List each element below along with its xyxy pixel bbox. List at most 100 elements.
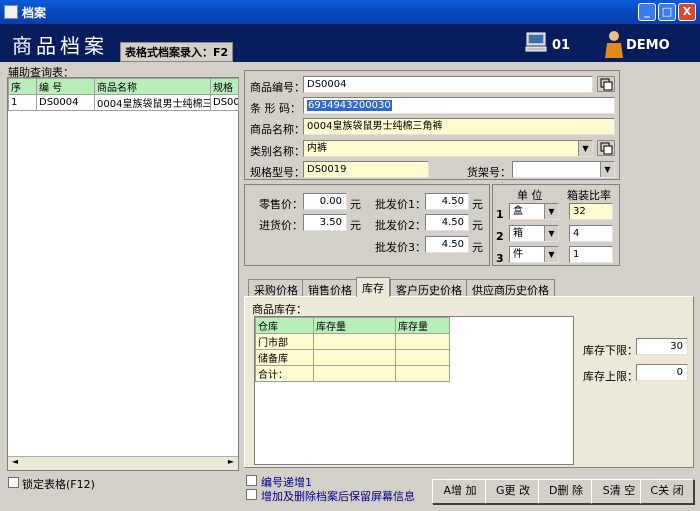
terminal-number: 01: [552, 38, 571, 53]
stock-cell: [395, 349, 450, 366]
unit2-value: 箱: [513, 228, 523, 239]
col-name[interactable]: 商品名称: [94, 78, 211, 95]
stock-upper-label: 库存上限：: [583, 370, 638, 383]
tab-customer-history-price[interactable]: 客户历史价格: [390, 279, 468, 297]
scroll-right-icon[interactable]: ►: [224, 457, 238, 470]
keep-info-checkbox[interactable]: [246, 489, 257, 500]
tab-sales-price[interactable]: 销售价格: [302, 279, 358, 297]
edit-button[interactable]: G更 改: [485, 479, 541, 504]
keep-info-label: 增加及删除档案后保留屏幕信息: [261, 490, 415, 503]
minimize-button[interactable]: _: [638, 3, 656, 21]
wholesale2-input[interactable]: 4.50: [425, 214, 469, 231]
table-entry-hint: 表格式档案录入：F2: [120, 42, 234, 62]
tab-purchase-price[interactable]: 采购价格: [248, 279, 304, 297]
stock-tab-panel: 商品库存： 仓库 库存量 库存量 门市部 储备库 合计： 库存下限： 30 库存…: [244, 296, 694, 468]
warehouse-name: 储备库: [255, 349, 314, 366]
stock-lower-label: 库存下限：: [583, 344, 638, 357]
product-code-input[interactable]: DS0004: [303, 76, 593, 93]
table-row[interactable]: 1 DS0004 0004皇族袋鼠男士纯棉三 DS00:: [8, 94, 239, 111]
close-button[interactable]: C关 闭: [640, 479, 694, 504]
category-value: 内裤: [307, 143, 327, 154]
wholesale1-input[interactable]: 4.50: [425, 193, 469, 210]
chevron-down-icon[interactable]: ▼: [578, 141, 592, 156]
computer-icon: [525, 32, 547, 52]
horizontal-scrollbar[interactable]: ◄ ►: [8, 456, 238, 470]
chevron-down-icon[interactable]: ▼: [544, 247, 558, 262]
lock-table-checkbox[interactable]: [8, 477, 19, 488]
row-index: 1: [8, 94, 37, 111]
price-panel: 零售价： 0.00 元 进货价： 3.50 元 批发价1： 4.50 元 批发价…: [244, 184, 490, 266]
stock-lower-input[interactable]: 30: [636, 338, 688, 355]
warehouse-name: 门市部: [255, 333, 314, 350]
close-window-button[interactable]: X: [678, 3, 696, 21]
user-icon: [605, 31, 623, 58]
purchase-unit: 元: [350, 219, 361, 232]
category-select[interactable]: 内裤 ▼: [303, 140, 593, 157]
category-label: 类别名称：: [250, 145, 305, 158]
wholesale2-unit: 元: [472, 219, 483, 232]
col-spec[interactable]: 规格: [210, 78, 239, 95]
units-panel: 单 位 箱装比率 1 盒 ▼ 32 2 箱 ▼ 4 3 件 ▼ 1: [492, 184, 620, 266]
unit3-value: 件: [513, 249, 523, 260]
tab-stock[interactable]: 库存: [356, 277, 390, 297]
wholesale1-label: 批发价1：: [375, 198, 426, 211]
barcode-label: 条 形 码：: [250, 102, 301, 115]
code-lookup-button[interactable]: [597, 76, 615, 92]
stock-cell: [313, 349, 396, 366]
spec-input[interactable]: DS0019: [303, 161, 429, 178]
aux-table[interactable]: 序 编 号 商品名称 规格 1 DS0004 0004皇族袋鼠男士纯棉三 DS0…: [7, 77, 239, 471]
col-quantity[interactable]: 库存量: [313, 317, 396, 334]
category-lookup-button[interactable]: [597, 140, 615, 156]
table-row[interactable]: 合计：: [255, 365, 450, 382]
stock-cell: [313, 333, 396, 350]
chevron-down-icon[interactable]: ▼: [600, 162, 614, 177]
page-title: 商品档案: [12, 34, 108, 58]
purchase-price-input[interactable]: 3.50: [303, 214, 347, 231]
ratio-header: 箱装比率: [567, 189, 611, 202]
unit-row-index: 1: [496, 208, 504, 221]
product-form: 商品编号： DS0004 条 形 码： 6934943200030 商品名称： …: [244, 70, 620, 180]
stock-grid[interactable]: 仓库 库存量 库存量 门市部 储备库 合计：: [254, 316, 574, 465]
unit3-select[interactable]: 件 ▼: [509, 246, 559, 263]
shelf-label: 货架号：: [467, 166, 511, 179]
product-name-input[interactable]: 0004皇族袋鼠男士纯棉三角裤: [303, 118, 615, 135]
chevron-down-icon[interactable]: ▼: [544, 226, 558, 241]
wholesale3-label: 批发价3：: [375, 241, 426, 254]
copy-icon: [600, 142, 613, 155]
col-code[interactable]: 编 号: [36, 78, 95, 95]
stock-upper-input[interactable]: 0: [636, 364, 688, 381]
scroll-left-icon[interactable]: ◄: [8, 457, 22, 470]
unit1-select[interactable]: 盒 ▼: [509, 203, 559, 220]
window-title: 档案: [22, 6, 47, 20]
barcode-selected-text: 6934943200030: [307, 100, 392, 111]
header-band: 商品档案 表格式档案录入：F2 01 DEMO: [0, 24, 700, 62]
col-quantity-2[interactable]: 库存量: [395, 317, 450, 334]
delete-button[interactable]: D删 除: [538, 479, 594, 504]
wholesale1-unit: 元: [472, 198, 483, 211]
chevron-down-icon[interactable]: ▼: [544, 204, 558, 219]
retail-price-input[interactable]: 0.00: [303, 193, 347, 210]
col-warehouse[interactable]: 仓库: [255, 317, 314, 334]
auto-increment-checkbox[interactable]: [246, 475, 257, 486]
unit1-value: 盒: [513, 206, 523, 217]
shelf-select[interactable]: ▼: [512, 161, 615, 178]
stock-cell: [395, 333, 450, 350]
unit2-select[interactable]: 箱 ▼: [509, 225, 559, 242]
ratio3-input[interactable]: 1: [569, 246, 613, 263]
row-code: DS0004: [36, 94, 95, 111]
table-row[interactable]: 门市部: [255, 333, 450, 350]
ratio2-input[interactable]: 4: [569, 225, 613, 242]
retail-unit: 元: [350, 198, 361, 211]
clear-button[interactable]: S清 空: [591, 479, 647, 504]
tab-supplier-history-price[interactable]: 供应商历史价格: [466, 279, 555, 297]
wholesale3-input[interactable]: 4.50: [425, 236, 469, 253]
add-button[interactable]: A增 加: [432, 479, 488, 504]
wholesale2-label: 批发价2：: [375, 219, 426, 232]
col-index[interactable]: 序: [8, 78, 37, 95]
maximize-button[interactable]: □: [658, 3, 676, 21]
stock-cell: [313, 365, 396, 382]
barcode-input[interactable]: 6934943200030: [303, 97, 615, 114]
stock-cell: [395, 365, 450, 382]
ratio1-input[interactable]: 32: [569, 203, 613, 220]
table-row[interactable]: 储备库: [255, 349, 450, 366]
